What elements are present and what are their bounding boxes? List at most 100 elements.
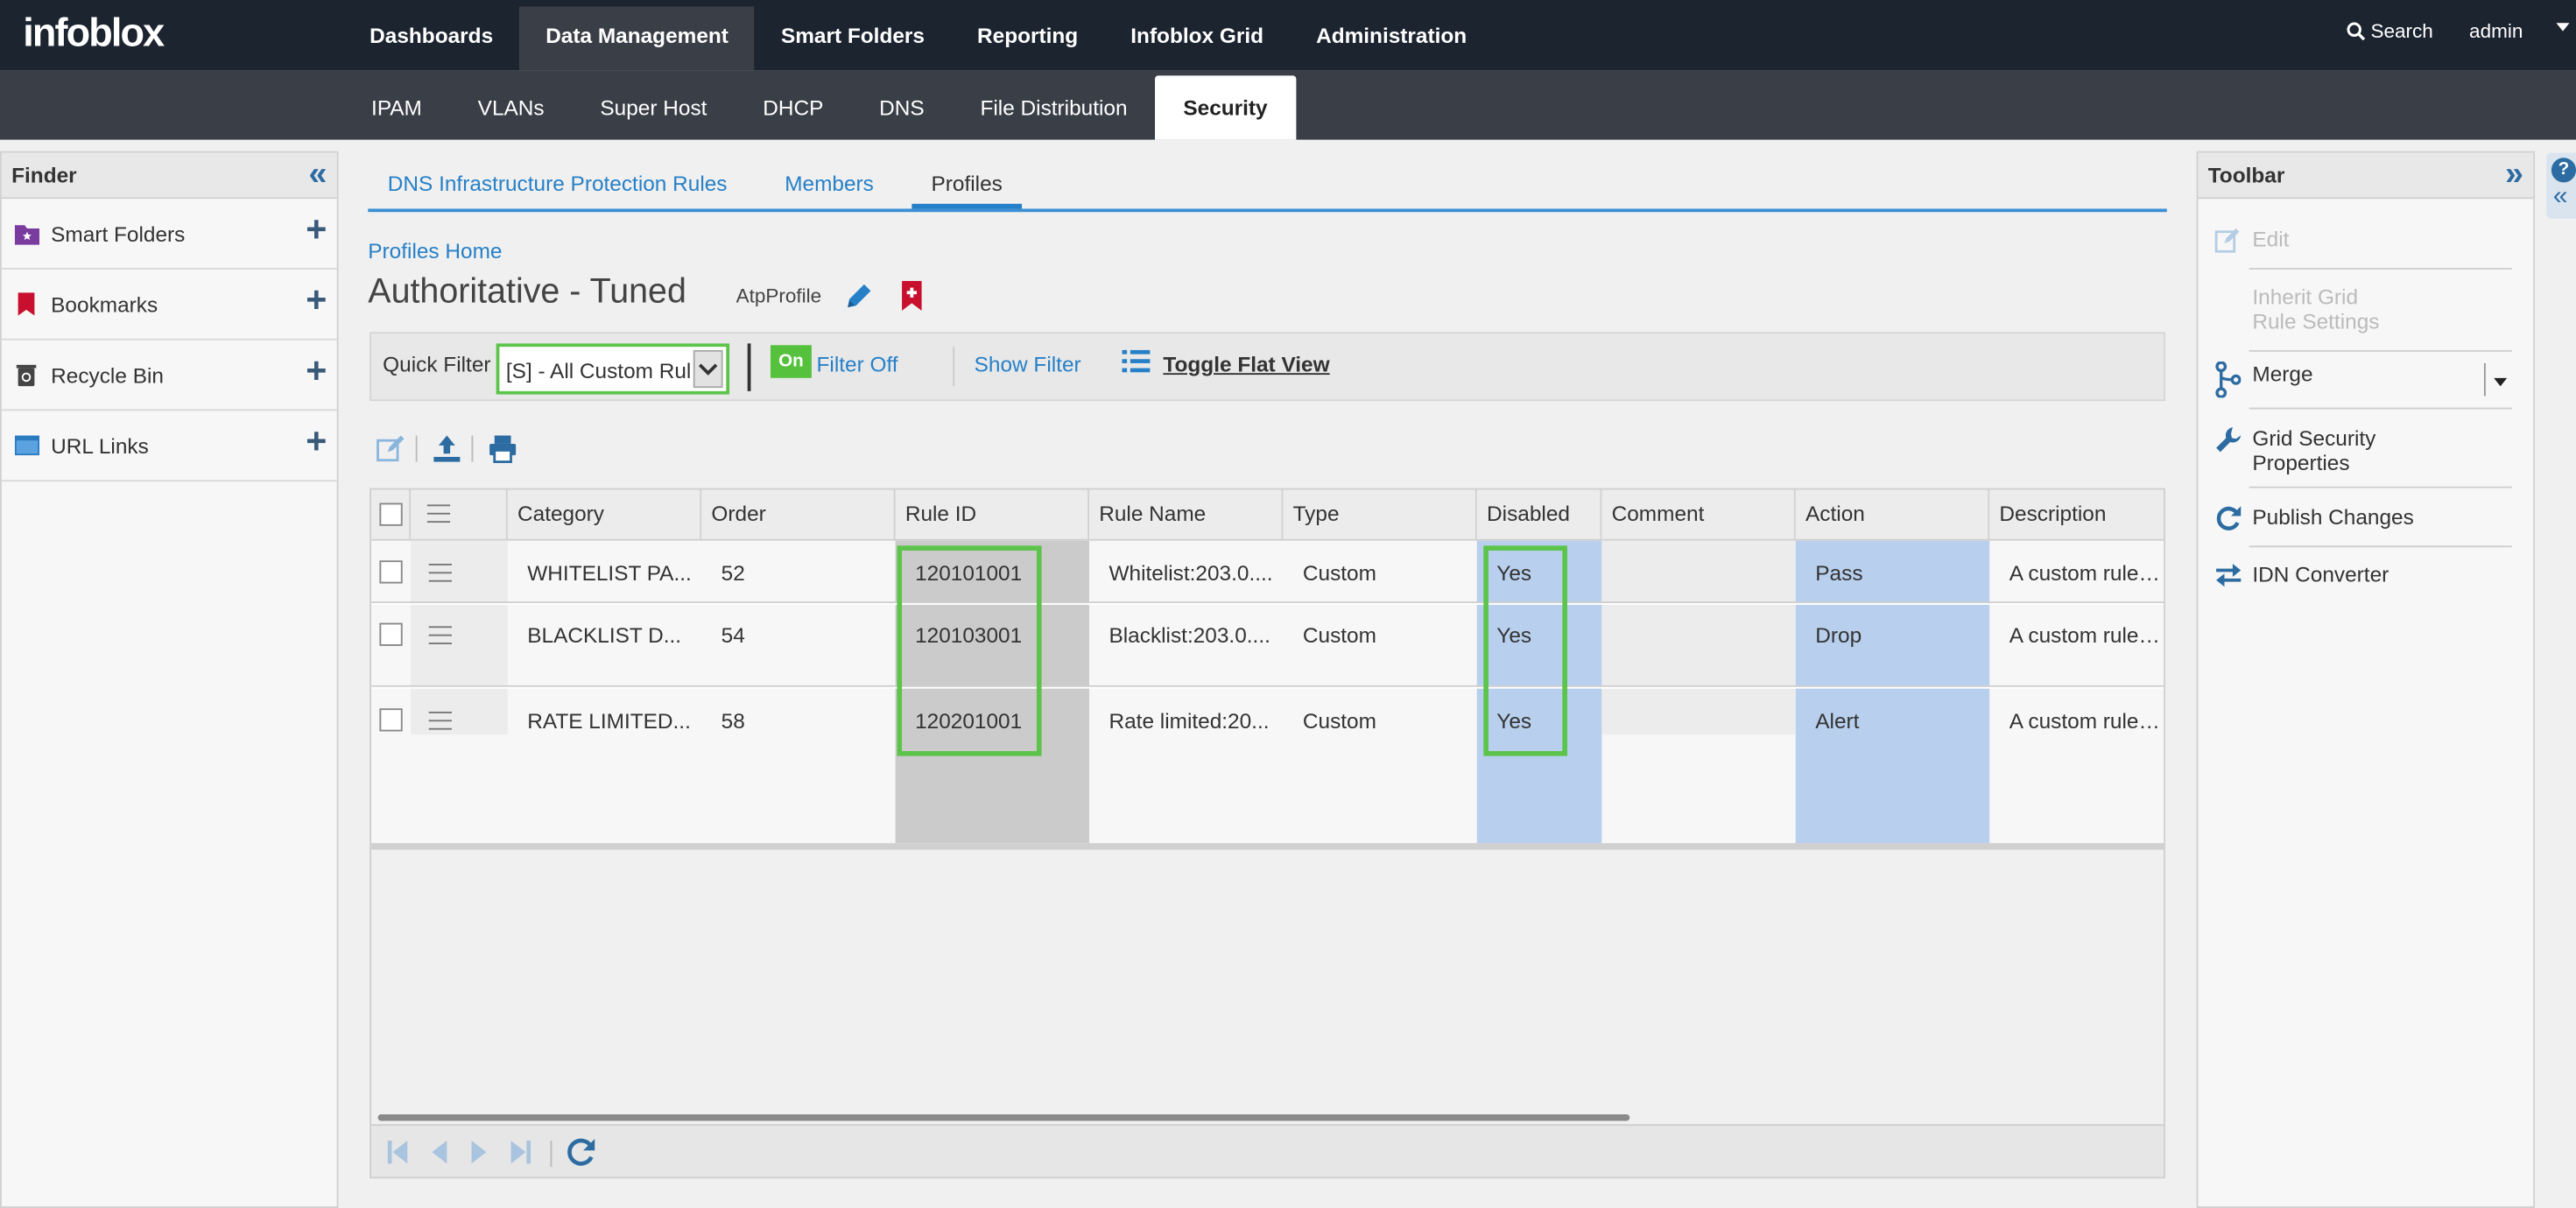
user-menu[interactable]: admin	[2469, 20, 2523, 43]
column-header-category[interactable]: Category	[508, 489, 702, 541]
toggle-flat-view-link[interactable]: Toggle Flat View	[1163, 352, 1329, 376]
disabled-highlight	[1483, 545, 1567, 756]
column-header-action[interactable]: Action	[1796, 489, 1990, 541]
search-label: Search	[2370, 19, 2433, 43]
merge-button[interactable]: Merge	[2214, 362, 2460, 398]
first-page-icon[interactable]	[386, 1139, 409, 1165]
column-header-comment[interactable]: Comment	[1601, 489, 1796, 541]
nav-data-management[interactable]: Data Management	[519, 6, 755, 71]
add-icon[interactable]: +	[306, 211, 327, 248]
row-menu-column-shade	[411, 540, 508, 735]
export-icon[interactable]	[432, 434, 461, 464]
divider	[747, 343, 751, 391]
grid-security-properties-button[interactable]: Grid Security Properties	[2214, 425, 2460, 478]
help-icon[interactable]: ?	[2551, 158, 2576, 183]
row-checkbox[interactable]	[379, 708, 403, 732]
menu-lines-icon[interactable]	[428, 626, 452, 650]
nav-administration[interactable]: Administration	[1290, 7, 1493, 71]
previous-page-icon[interactable]	[429, 1139, 449, 1165]
edit-icon[interactable]	[377, 434, 406, 464]
expand-help-icon[interactable]: «	[2553, 183, 2568, 210]
collapse-right-icon[interactable]: »	[2505, 153, 2523, 196]
url-link-icon	[14, 435, 40, 456]
add-icon[interactable]: +	[306, 353, 327, 390]
nav-infoblox-grid[interactable]: Infoblox Grid	[1104, 7, 1290, 71]
edit-button[interactable]: Edit	[2214, 227, 2460, 256]
subnav-vlans[interactable]: VLANs	[450, 71, 573, 140]
subnav-dhcp[interactable]: DHCP	[735, 71, 851, 140]
column-header-rule-name[interactable]: Rule Name	[1089, 489, 1284, 541]
page-title: Authoritative - Tuned	[368, 272, 686, 311]
cell-type: Custom	[1302, 622, 1376, 648]
finder-item-label: Recycle Bin	[51, 362, 164, 388]
bookmark-add-icon[interactable]	[900, 281, 923, 311]
show-filter-link[interactable]: Show Filter	[975, 352, 1081, 376]
quick-filter-value: [S] - All Custom Rul	[505, 358, 692, 383]
idn-converter-button[interactable]: IDN Converter	[2214, 562, 2460, 595]
subnav-security[interactable]: Security	[1155, 75, 1296, 140]
finder-item-bookmarks[interactable]: Bookmarks +	[1, 269, 337, 341]
chevron-down-icon[interactable]	[2556, 23, 2570, 32]
divider	[2249, 545, 2512, 548]
search-icon	[2347, 22, 2366, 41]
refresh-icon[interactable]	[565, 1135, 598, 1169]
inherit-label-line2: Rule Settings	[2252, 308, 2380, 334]
menu-lines-icon[interactable]	[428, 563, 452, 588]
breadcrumb[interactable]: Profiles Home	[368, 238, 502, 263]
list-view-icon[interactable]	[1122, 348, 1151, 375]
finder-item-smart-folders[interactable]: Smart Folders +	[1, 199, 337, 270]
rules-grid: Category Order Rule ID Rule Name Type Di…	[370, 488, 2165, 1179]
action-column-shade	[1795, 540, 1990, 844]
horizontal-scrollbar[interactable]	[377, 1113, 1630, 1121]
nav-dashboards[interactable]: Dashboards	[343, 7, 519, 71]
chevron-down-icon[interactable]	[693, 349, 723, 389]
subnav-file-distribution[interactable]: File Distribution	[953, 71, 1156, 140]
filter-off-link[interactable]: Filter Off	[817, 352, 898, 376]
nav-smart-folders[interactable]: Smart Folders	[755, 7, 951, 71]
nav-reporting[interactable]: Reporting	[951, 7, 1104, 71]
inherit-grid-rule-settings-button[interactable]: Inherit Grid Rule Settings	[2214, 284, 2460, 337]
filter-toggle[interactable]: On	[770, 345, 812, 378]
next-page-icon[interactable]	[470, 1139, 490, 1165]
cell-order: 58	[721, 708, 745, 734]
finder-item-recycle-bin[interactable]: Recycle Bin +	[1, 340, 337, 411]
subnav-dns[interactable]: DNS	[851, 71, 952, 140]
row-checkbox[interactable]	[379, 560, 403, 584]
column-header-rule-id[interactable]: Rule ID	[896, 489, 1089, 541]
tab-members[interactable]: Members	[765, 156, 894, 208]
publish-changes-button[interactable]: Publish Changes	[2214, 504, 2460, 537]
column-header-description[interactable]: Description	[1989, 490, 2164, 541]
subnav-ipam[interactable]: IPAM	[343, 71, 450, 140]
menu-lines-icon[interactable]	[426, 504, 451, 529]
divider	[2249, 349, 2512, 352]
edit-pencil-icon[interactable]	[843, 279, 876, 313]
subnav-super-host[interactable]: Super Host	[573, 71, 735, 140]
row-checkbox[interactable]	[379, 622, 403, 646]
cell-action: Drop	[1815, 622, 1862, 648]
infoblox-logo[interactable]: infoblox	[23, 11, 165, 58]
cell-order: 52	[721, 560, 745, 586]
collapse-left-icon[interactable]: «	[309, 153, 327, 196]
divider	[953, 347, 955, 387]
finder-item-url-links[interactable]: URL Links +	[1, 411, 337, 482]
search-button[interactable]: Search	[2346, 20, 2433, 43]
column-header-type[interactable]: Type	[1283, 489, 1477, 541]
quick-filter-select[interactable]: [S] - All Custom Rul	[496, 343, 730, 395]
last-page-icon[interactable]	[510, 1139, 532, 1165]
print-icon[interactable]	[488, 434, 517, 464]
add-icon[interactable]: +	[306, 282, 327, 319]
cell-rule-name: Whitelist:203.0....	[1109, 560, 1273, 586]
column-header-disabled[interactable]: Disabled	[1477, 489, 1602, 541]
cell-order: 54	[721, 622, 745, 648]
tab-profiles[interactable]: Profiles	[911, 156, 1023, 209]
cell-type: Custom	[1302, 560, 1376, 586]
menu-lines-icon[interactable]	[428, 711, 452, 736]
merge-dropdown-icon[interactable]	[2494, 377, 2508, 387]
cell-category: RATE LIMITED...	[527, 708, 691, 734]
finder-title: Finder	[11, 162, 77, 188]
toolbar-panel: Toolbar » Edit Inherit Grid Rule Setting…	[2196, 151, 2536, 1208]
column-header-order[interactable]: Order	[701, 489, 896, 541]
tab-dns-infrastructure-protection-rules[interactable]: DNS Infrastructure Protection Rules	[368, 156, 747, 208]
add-icon[interactable]: +	[306, 423, 327, 460]
select-all-checkbox[interactable]	[379, 502, 403, 526]
